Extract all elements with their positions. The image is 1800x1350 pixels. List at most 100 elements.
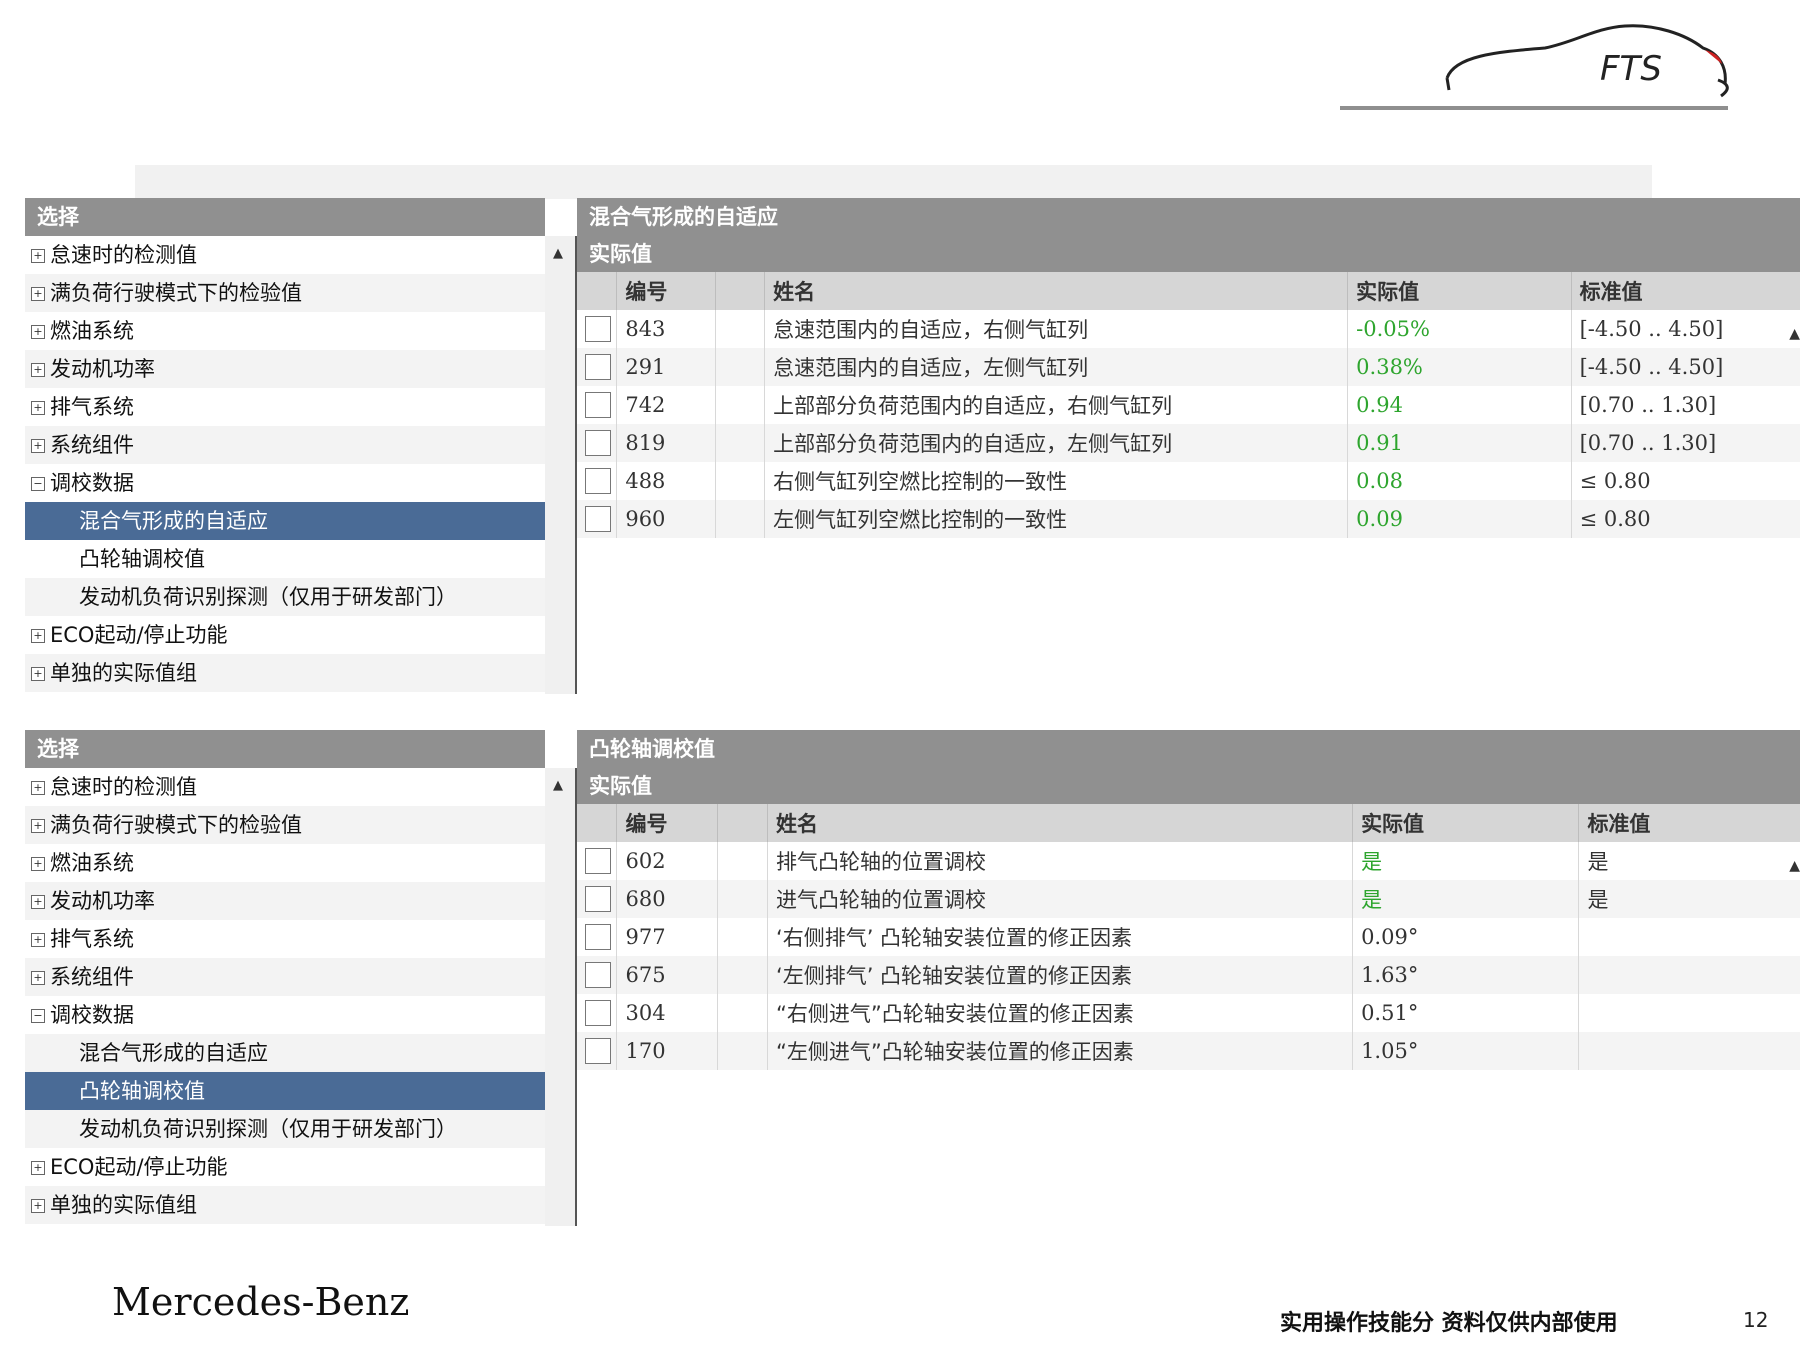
tree-item[interactable]: + 燃油系统: [25, 844, 545, 882]
tree-item[interactable]: + 满负荷行驶模式下的检验值: [25, 806, 545, 844]
tree-item[interactable]: 凸轮轴调校值: [25, 540, 545, 578]
table-row[interactable]: 488 右侧气缸列空燃比控制的一致性 0.08 ≤ 0.80: [577, 462, 1800, 500]
row-standard: [-4.50 .. 4.50]: [1579, 317, 1724, 341]
tree-item-label: ECO起动/停止功能: [50, 1155, 228, 1179]
table-row[interactable]: 977 ‘右侧排气’ 凸轮轴安装位置的修正因素 0.09°: [577, 918, 1800, 956]
row-checkbox[interactable]: [585, 468, 611, 494]
pane-title: 凸轮轴调校值: [577, 730, 1800, 768]
table-row[interactable]: 602 排气凸轮轴的位置调校 是 是: [577, 842, 1800, 880]
expand-icon[interactable]: +: [31, 933, 45, 947]
row-name: 左侧气缸列空燃比控制的一致性: [764, 500, 1349, 538]
row-checkbox[interactable]: [585, 430, 611, 456]
scroll-up-icon[interactable]: ▲: [1789, 858, 1800, 874]
tree-item-label: 怠速时的检测值: [50, 243, 197, 267]
expand-icon[interactable]: +: [31, 895, 45, 909]
tree-item[interactable]: + ECO起动/停止功能: [25, 1148, 545, 1186]
row-actual: 是: [1352, 842, 1580, 880]
row-checkbox[interactable]: [585, 392, 611, 418]
tree-item[interactable]: 发动机负荷识别探测（仅用于研发部门）: [25, 1110, 545, 1148]
expand-icon[interactable]: +: [31, 971, 45, 985]
row-actual: 0.09: [1347, 500, 1572, 538]
expand-icon[interactable]: +: [31, 781, 45, 795]
column-header-id: 编号: [616, 804, 718, 842]
expand-icon[interactable]: +: [31, 287, 45, 301]
tree-item[interactable]: + 满负荷行驶模式下的检验值: [25, 274, 545, 312]
tree-scrollbar[interactable]: ▲: [545, 768, 577, 1226]
row-id: 488: [616, 462, 717, 500]
tree-item[interactable]: + 系统组件: [25, 426, 545, 464]
tree-item-selected[interactable]: 凸轮轴调校值: [25, 1072, 545, 1110]
table-row[interactable]: 742 上部部分负荷范围内的自适应，右侧气缸列 0.94 [0.70 .. 1.…: [577, 386, 1800, 424]
row-checkbox[interactable]: [585, 848, 611, 874]
values-pane: 凸轮轴调校值 实际值 编号 姓名 实际值 标准值 602 排气凸轮轴的位置调校: [577, 730, 1800, 1230]
row-checkbox-cell: [577, 918, 618, 956]
tree-item[interactable]: + 单独的实际值组: [25, 1186, 545, 1224]
tree-item[interactable]: − 调校数据: [25, 996, 545, 1034]
column-header-spacer: [715, 272, 766, 310]
row-name: 排气凸轮轴的位置调校: [767, 842, 1354, 880]
tree-item[interactable]: + 燃油系统: [25, 312, 545, 350]
expand-icon[interactable]: +: [31, 667, 45, 681]
expand-icon[interactable]: +: [31, 819, 45, 833]
tree-item[interactable]: + 发动机功率: [25, 882, 545, 920]
tree-item[interactable]: 混合气形成的自适应: [25, 1034, 545, 1072]
tree-scrollbar[interactable]: ▲: [545, 236, 577, 694]
row-name: “右侧进气”凸轮轴安装位置的修正因素: [767, 994, 1354, 1032]
table-row[interactable]: 291 怠速范围内的自适应，左侧气缸列 0.38% [-4.50 .. 4.50…: [577, 348, 1800, 386]
row-checkbox[interactable]: [585, 1038, 611, 1064]
expand-icon[interactable]: +: [31, 249, 45, 263]
table-row[interactable]: 843 怠速范围内的自适应，右侧气缸列 -0.05% [-4.50 .. 4.5…: [577, 310, 1800, 348]
row-actual: 0.08: [1347, 462, 1572, 500]
tree-item[interactable]: + 发动机功率: [25, 350, 545, 388]
table-row[interactable]: 819 上部部分负荷范围内的自适应，左侧气缸列 0.91 [0.70 .. 1.…: [577, 424, 1800, 462]
expand-icon[interactable]: +: [31, 439, 45, 453]
column-header-standard: 标准值: [1571, 272, 1800, 310]
tree-item[interactable]: + 排气系统: [25, 388, 545, 426]
tree-header: 选择: [25, 198, 545, 236]
expand-icon[interactable]: +: [31, 325, 45, 339]
row-spacer: [717, 956, 769, 994]
expand-icon[interactable]: +: [31, 363, 45, 377]
tree-item[interactable]: + 排气系统: [25, 920, 545, 958]
expand-icon[interactable]: +: [31, 401, 45, 415]
row-checkbox[interactable]: [585, 316, 611, 342]
scroll-up-icon[interactable]: ▲: [553, 246, 563, 261]
row-id: 675: [616, 956, 718, 994]
table-row[interactable]: 960 左侧气缸列空燃比控制的一致性 0.09 ≤ 0.80: [577, 500, 1800, 538]
tree-item-label: 凸轮轴调校值: [79, 547, 205, 571]
row-name: 进气凸轮轴的位置调校: [767, 880, 1354, 918]
table-row[interactable]: 170 “左侧进气”凸轮轴安装位置的修正因素 1.05°: [577, 1032, 1800, 1070]
table-row[interactable]: 680 进气凸轮轴的位置调校 是 是: [577, 880, 1800, 918]
table-row[interactable]: 304 “右侧进气”凸轮轴安装位置的修正因素 0.51°: [577, 994, 1800, 1032]
collapse-icon[interactable]: −: [31, 477, 45, 491]
scroll-up-icon[interactable]: ▲: [553, 778, 563, 793]
row-standard: [1578, 956, 1800, 994]
row-actual: 0.09°: [1352, 918, 1580, 956]
expand-icon[interactable]: +: [31, 857, 45, 871]
collapse-icon[interactable]: −: [31, 1009, 45, 1023]
tree-item[interactable]: + 单独的实际值组: [25, 654, 545, 692]
expand-icon[interactable]: +: [31, 629, 45, 643]
row-checkbox[interactable]: [585, 506, 611, 532]
tree-item-label: 混合气形成的自适应: [79, 509, 268, 533]
row-checkbox[interactable]: [585, 886, 611, 912]
tree-item-selected[interactable]: 混合气形成的自适应: [25, 502, 545, 540]
tree-item[interactable]: 发动机负荷识别探测（仅用于研发部门）: [25, 578, 545, 616]
tree-item-label: 发动机负荷识别探测（仅用于研发部门）: [79, 1117, 457, 1141]
tree-item[interactable]: + 怠速时的检测值: [25, 236, 545, 274]
tree-item[interactable]: + ECO起动/停止功能: [25, 616, 545, 654]
scroll-up-icon[interactable]: ▲: [1789, 326, 1800, 342]
row-checkbox[interactable]: [585, 1000, 611, 1026]
row-checkbox[interactable]: [585, 924, 611, 950]
row-checkbox[interactable]: [585, 354, 611, 380]
tree-item[interactable]: + 系统组件: [25, 958, 545, 996]
row-checkbox[interactable]: [585, 962, 611, 988]
row-spacer: [717, 994, 769, 1032]
row-id: 819: [616, 424, 717, 462]
row-standard: 是: [1578, 880, 1800, 918]
tree-item[interactable]: + 怠速时的检测值: [25, 768, 545, 806]
expand-icon[interactable]: +: [31, 1199, 45, 1213]
table-row[interactable]: 675 ‘左侧排气’ 凸轮轴安装位置的修正因素 1.63°: [577, 956, 1800, 994]
expand-icon[interactable]: +: [31, 1161, 45, 1175]
tree-item[interactable]: − 调校数据: [25, 464, 545, 502]
